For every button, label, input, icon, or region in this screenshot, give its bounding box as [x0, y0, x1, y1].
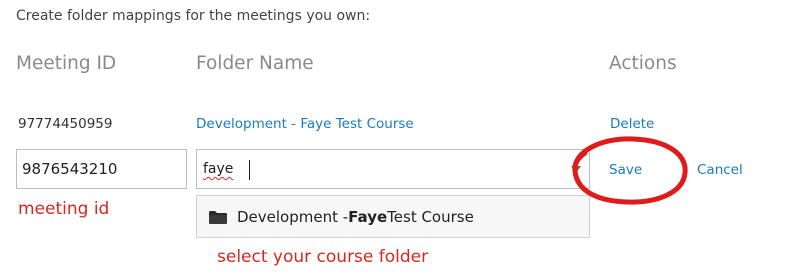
header-folder-name: Folder Name: [196, 53, 314, 74]
meeting-id-input[interactable]: 9876543210: [16, 149, 187, 189]
annotation-folder: select your course folder: [217, 247, 429, 267]
delete-link[interactable]: Delete: [610, 116, 654, 132]
annotation-meeting-id: meeting id: [18, 199, 110, 219]
cancel-button[interactable]: Cancel: [697, 162, 743, 178]
highlight-circle: [572, 136, 688, 205]
folder-suggestion-list: Development - Faye Test Course: [196, 195, 590, 238]
folder-search-value: faye: [203, 161, 234, 177]
meeting-id-value: 9876543210: [22, 160, 118, 178]
folder-icon: [209, 210, 227, 224]
folder-suggestion-item[interactable]: Development - Faye Test Course: [205, 204, 581, 230]
header-actions: Actions: [609, 53, 677, 74]
folder-search-input[interactable]: faye: [196, 149, 590, 189]
text-cursor: [249, 160, 250, 180]
row-folder-link[interactable]: Development - Faye Test Course: [196, 116, 414, 132]
row-meeting-id: 97774450959: [18, 116, 113, 132]
suggestion-match: Faye: [348, 208, 388, 226]
suggestion-prefix: Development -: [237, 208, 349, 226]
header-meeting-id: Meeting ID: [16, 53, 117, 74]
suggestion-suffix: Test Course: [387, 208, 474, 226]
intro-text: Create folder mappings for the meetings …: [16, 8, 371, 24]
